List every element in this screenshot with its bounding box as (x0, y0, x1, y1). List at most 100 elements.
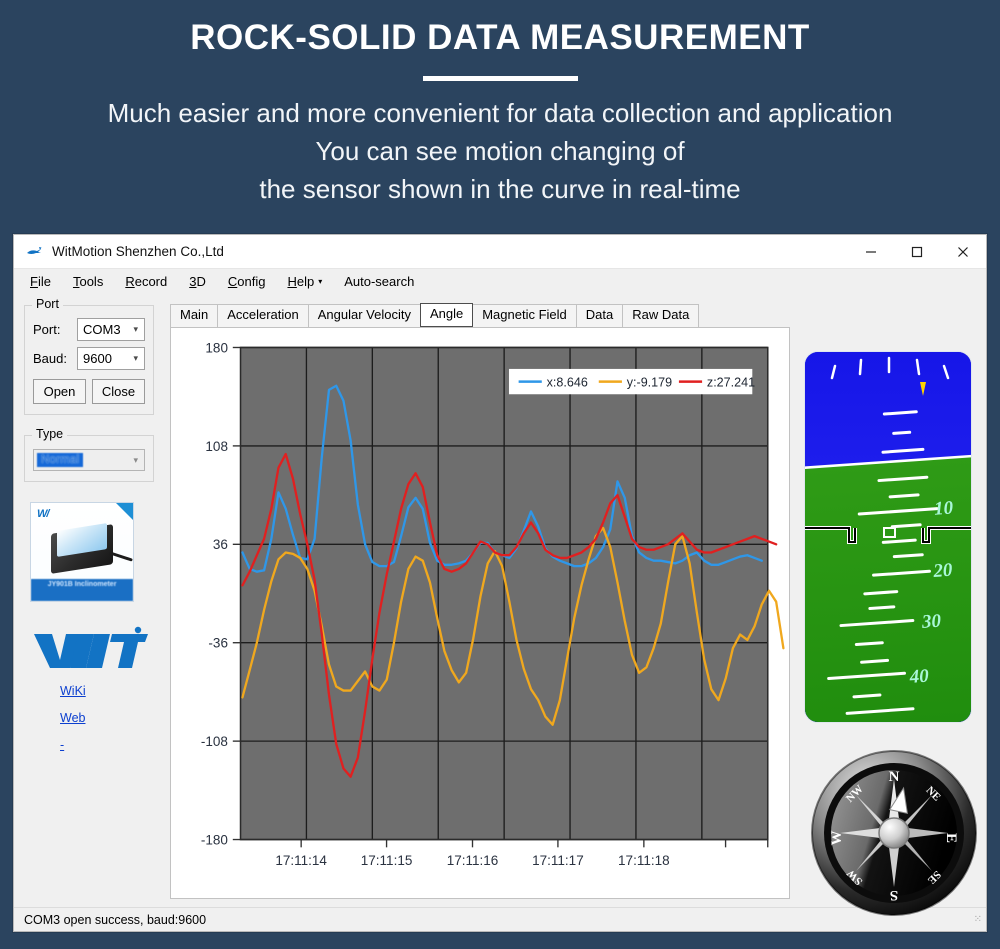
tab-label: Raw Data (632, 307, 690, 322)
legend-label-z: z:27.241 (707, 375, 755, 389)
pitch-label-30: 30 (920, 611, 942, 633)
page-title: ROCK-SOLID DATA MEASUREMENT (190, 18, 810, 57)
tab-magnetic-field[interactable]: Magnetic Field (472, 304, 577, 327)
compass-label-s: S (890, 887, 898, 903)
angle-chart[interactable]: 180 108 36 -36 -108 -180 17:11:14 17:11:15 17:11… (171, 328, 789, 898)
legend-label-x: x:8.646 (547, 375, 588, 389)
x-axis-label: 17:11:17 (532, 853, 584, 868)
menu-mnemonic: R (125, 273, 135, 289)
x-axis-label: 17:11:15 (361, 853, 413, 868)
type-select[interactable]: Normal ▾ (33, 449, 145, 471)
menu-bar: File Tools Record 3D Config Help ▾ Auto-search (14, 269, 986, 293)
y-axis-label: 36 (213, 537, 228, 552)
tab-label: Angle (429, 306, 464, 321)
web-link[interactable]: Web (60, 711, 156, 725)
compass-label-e: E (943, 833, 959, 843)
tab-angle[interactable]: Angle (419, 303, 474, 327)
menu-item-record[interactable]: Record (125, 274, 167, 289)
window-controls (848, 235, 986, 269)
pitch-label-40: 40 (908, 666, 930, 688)
status-message: COM3 open success, baud:9600 (24, 912, 207, 927)
menu-mnemonic: H (287, 273, 297, 289)
tab-data[interactable]: Data (575, 304, 624, 327)
wit-logo-icon (32, 626, 150, 670)
menu-item-label: onfig (237, 273, 266, 289)
title-divider (422, 76, 578, 82)
tab-main[interactable]: Main (170, 304, 219, 327)
menu-mnemonic: F (30, 273, 38, 289)
minimize-button[interactable] (848, 235, 894, 269)
maximize-button[interactable] (894, 235, 940, 269)
menu-item-config[interactable]: Config (228, 274, 266, 289)
menu-item-label: ecord (134, 273, 168, 289)
tab-label: Acceleration (227, 307, 299, 322)
type-value: Normal (37, 453, 84, 467)
baud-select[interactable]: 9600 ▾ (77, 347, 145, 370)
left-sidebar: Port Port: COM3 ▾ Baud: 9600 ▾ Open Clos… (14, 293, 162, 907)
menu-item-label: Auto-search (344, 273, 415, 289)
menu-item-label: D (196, 273, 206, 289)
port-field-row: Port: COM3 ▾ (33, 318, 145, 341)
extra-link[interactable]: - (60, 738, 64, 752)
chevron-down-icon: ▾ (318, 276, 323, 286)
menu-item-file[interactable]: File (30, 274, 51, 289)
port-group: Port Port: COM3 ▾ Baud: 9600 ▾ Open Clos… (24, 297, 154, 415)
tab-raw-data[interactable]: Raw Data (622, 304, 700, 327)
y-axis-label: 180 (205, 340, 228, 355)
menu-item-label: ile (37, 273, 51, 289)
close-button[interactable] (940, 235, 986, 269)
x-axis-label: 17:11:18 (618, 853, 670, 868)
port-select[interactable]: COM3 ▾ (77, 318, 145, 341)
tab-label: Angular Velocity (317, 307, 411, 322)
y-axis-label: -108 (201, 734, 228, 749)
corner-ribbon (116, 503, 133, 520)
chevron-down-icon: ▾ (133, 324, 138, 334)
chevron-down-icon: ▾ (133, 353, 138, 363)
chevron-down-icon: ▾ (133, 454, 138, 465)
application-window: WitMotion Shenzhen Co.,Ltd File Tools Reco… (13, 234, 987, 932)
witmotion-logo-icon (26, 245, 44, 259)
tab-bar: Main Acceleration Angular Velocity Angle Mag… (170, 303, 792, 327)
window-body: Port Port: COM3 ▾ Baud: 9600 ▾ Open Clos… (14, 293, 986, 916)
port-value: COM3 (83, 322, 121, 337)
y-axis-label: -180 (201, 832, 228, 847)
tab-label: Main (180, 307, 209, 322)
baud-label: Baud: (33, 351, 67, 366)
type-group: Type Normal ▾ (24, 427, 154, 482)
port-label: Port: (33, 322, 61, 337)
menu-item-label: ools (79, 273, 104, 289)
chart-legend: x:8.646 y:-9.179 z:27.241 (508, 368, 755, 395)
promo-line-1: Much easier and more convenient for data… (107, 98, 893, 129)
promo-line-3: the sensor shown in the curve in real-ti… (259, 173, 741, 204)
tab-label: Data (585, 307, 614, 322)
menu-item-help[interactable]: Help ▾ (287, 274, 322, 289)
pitch-label-20: 20 (932, 560, 954, 582)
x-axis-label: 17:11:16 (447, 853, 499, 868)
menu-mnemonic: C (227, 273, 238, 289)
center-panel: Main Acceleration Angular Velocity Angle Mag… (162, 293, 796, 907)
product-image: W/ JY901B Inclinometer (30, 502, 134, 602)
tab-angular-velocity[interactable]: Angular Velocity (307, 304, 421, 327)
window-title: WitMotion Shenzhen Co.,Ltd (52, 244, 224, 259)
wiki-link[interactable]: WiKi (60, 684, 156, 698)
legend-label-y: y:-9.179 (627, 375, 672, 389)
menu-item-3d[interactable]: 3D (189, 274, 206, 289)
compass-gauge: N NE E SE S SW W NW (810, 749, 978, 917)
type-group-title: Type (32, 427, 68, 441)
menu-item-label: elp (296, 273, 315, 289)
product-brand-logo-icon: W/ (37, 508, 50, 520)
tab-acceleration[interactable]: Acceleration (217, 304, 309, 327)
menu-item-auto-search[interactable]: Auto-search (344, 274, 414, 289)
y-axis-label: -36 (208, 636, 228, 651)
window-titlebar: WitMotion Shenzhen Co.,Ltd (14, 235, 986, 269)
baud-field-row: Baud: 9600 ▾ (33, 347, 145, 370)
port-group-title: Port (32, 297, 63, 311)
product-image-caption: JY901B Inclinometer (31, 579, 133, 601)
pitch-label-10: 10 (933, 497, 954, 519)
tab-label: Magnetic Field (482, 307, 567, 322)
sidebar-links: WiKi Web - (60, 684, 156, 752)
close-port-button[interactable]: Close (92, 379, 145, 404)
baud-value: 9600 (83, 351, 112, 366)
open-port-button[interactable]: Open (33, 379, 86, 404)
menu-item-tools[interactable]: Tools (73, 274, 103, 289)
